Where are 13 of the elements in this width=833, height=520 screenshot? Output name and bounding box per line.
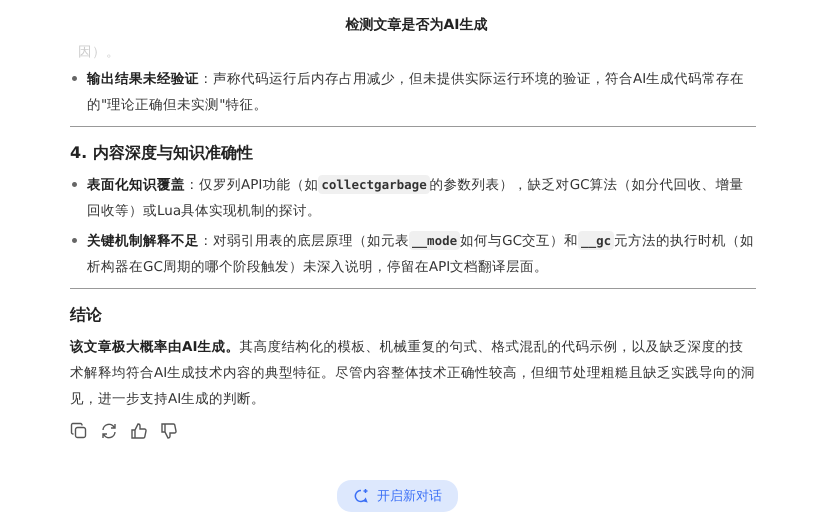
conclusion-text: 该文章极大概率由AI生成。其高度结构化的模板、机械重复的句式、格式混乱的代码示例，以及缺乏深度的技术解释均符合AI生成技术内容的典型特征。尽管内容整体技术正确性较高，但细节处理粗糙且缺乏实践导向的洞见，进一步支持AI生成的判断。 <box>70 338 756 409</box>
copy-icon[interactable] <box>70 422 88 440</box>
bullet-text: 表面化知识覆盖：仅罗列API功能（如 collectgarbage 的参数列表），缺乏对GC算法（如分代回收、增量回收等）或Lua具体实现机制的探讨。 <box>87 174 745 221</box>
section-heading: 4. 内容深度与知识准确性 <box>70 143 254 164</box>
bullet-text: 输出结果未经验证：声称代码运行后内存占用减少，但未提供实际运行环境的验证，符合AI生成代码常存在的"理论正确但未实测"特征。 <box>87 70 746 115</box>
bullet-text: 关键机制解释不足：对弱引用表的底层原理（如元表 __mode 如何与GC交互）和 __gc 元方法的执行时机（如析构器在GC周期的哪个阶段触发）未深入说明，停留在API文档翻译层面。 <box>87 230 756 277</box>
refresh-icon[interactable] <box>100 422 118 440</box>
section-heading: 结论 <box>70 305 103 326</box>
thumbs-up-icon[interactable] <box>130 422 148 440</box>
new-chat-button[interactable]: 开启新对话 <box>337 480 458 512</box>
dialog-title: 检测文章是否为AI生成 <box>344 16 489 35</box>
chat-plus-icon <box>353 488 369 504</box>
thumbs-down-icon[interactable] <box>160 422 178 440</box>
